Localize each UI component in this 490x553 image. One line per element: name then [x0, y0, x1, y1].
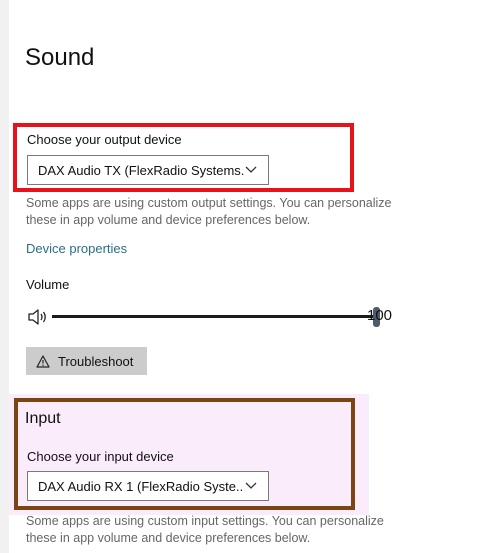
- input-device-value: DAX Audio RX 1 (FlexRadio Syste...: [38, 478, 244, 494]
- volume-value: 100: [367, 307, 393, 324]
- volume-slider-row: 100: [27, 305, 407, 329]
- volume-slider-fill: [52, 315, 377, 318]
- troubleshoot-label: Troubleshoot: [58, 353, 134, 369]
- output-device-label: Choose your output device: [27, 132, 182, 147]
- output-device-dropdown[interactable]: DAX Audio TX (FlexRadio Systems...: [27, 155, 269, 185]
- output-description: Some apps are using custom output settin…: [26, 196, 392, 227]
- input-description: Some apps are using custom input setting…: [26, 514, 384, 545]
- input-device-label: Choose your input device: [27, 449, 174, 464]
- output-device-value: DAX Audio TX (FlexRadio Systems...: [38, 162, 244, 178]
- chevron-down-icon: [244, 481, 258, 491]
- volume-slider-track[interactable]: [52, 307, 380, 327]
- chevron-down-icon: [244, 165, 258, 175]
- input-device-dropdown[interactable]: DAX Audio RX 1 (FlexRadio Syste...: [27, 471, 269, 501]
- speaker-icon[interactable]: [27, 308, 49, 326]
- warning-icon: [36, 354, 50, 368]
- troubleshoot-button[interactable]: Troubleshoot: [26, 347, 147, 375]
- volume-label: Volume: [26, 277, 70, 292]
- device-properties-link[interactable]: Device properties: [26, 241, 127, 256]
- input-heading: Input: [25, 410, 61, 427]
- left-edge-strip: [0, 0, 9, 553]
- page-title: Sound: [25, 44, 95, 71]
